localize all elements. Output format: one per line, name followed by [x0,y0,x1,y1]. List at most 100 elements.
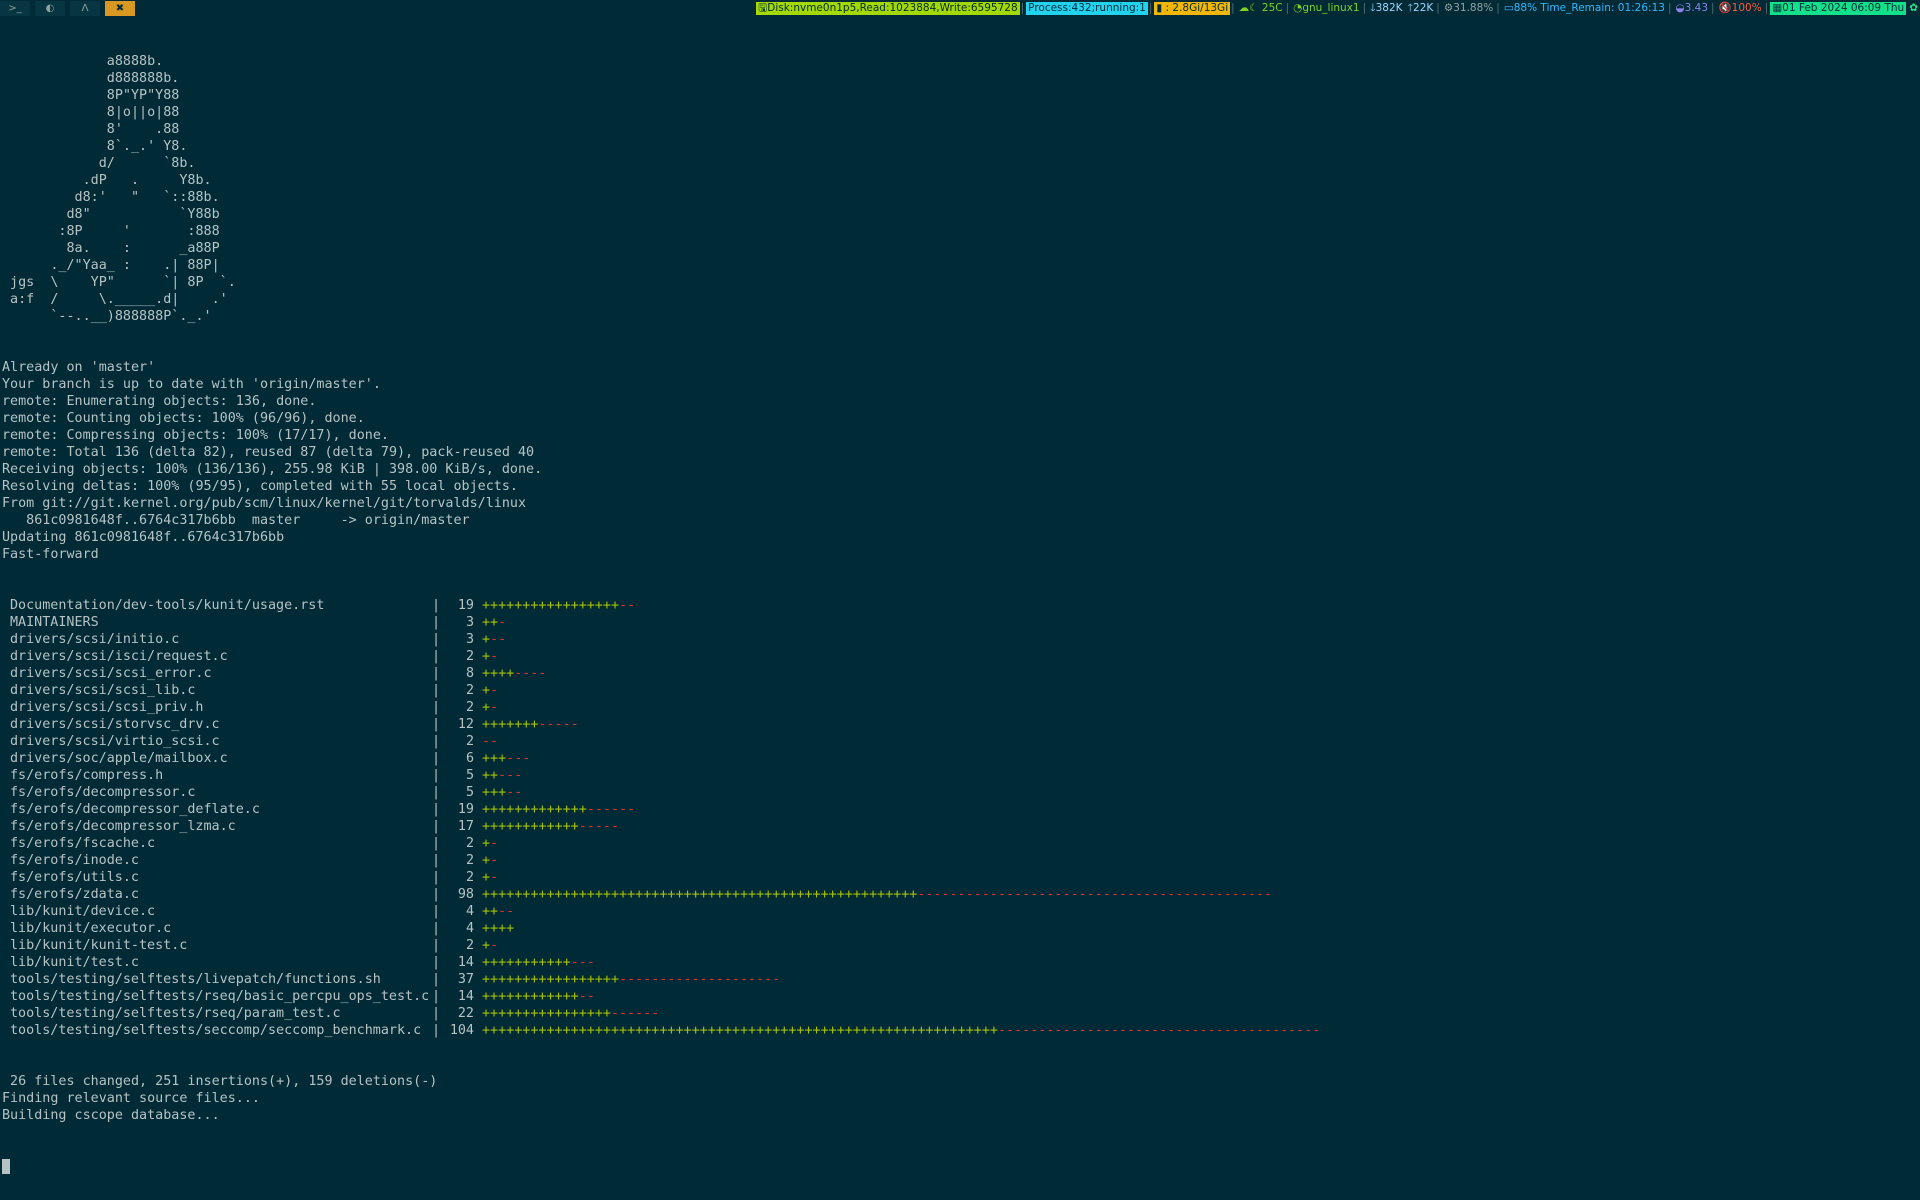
diffstat-row: drivers/soc/apple/mailbox.c | 6 +++ --- [2,750,1912,767]
output-line: remote: Total 136 (delta 82), reused 87 … [2,445,535,460]
insertions-bar: ++++++++++++++++++++++++++++++++++++++++… [482,887,918,902]
file-path: drivers/soc/apple/mailbox.c [10,751,228,766]
column-separator: | [431,870,441,885]
column-separator: | [431,972,441,987]
battery-text: 88% Time_Remain: 01:26:13 [1513,2,1665,14]
change-graph: ++++++++++++ ----- [482,818,619,835]
column-separator: | [431,700,441,715]
diffstat-row: drivers/scsi/scsi_priv.h | 2 + - [2,699,1912,716]
change-graph: ++++++++++++ -- [482,988,595,1005]
output-line: From git://git.kernel.org/pub/scm/linux/… [2,496,527,511]
diffstat-row: drivers/scsi/scsi_lib.c | 2 + - [2,682,1912,699]
column-separator: | [431,768,441,783]
workspace-4[interactable]: ✖ [105,1,135,16]
ascii-art-line: a8888b. [2,54,164,69]
change-graph: +++++++++++++ ------ [482,801,635,818]
cpu-text: 31.88% [1453,2,1494,14]
change-graph: + - [482,648,498,665]
upload-text: 22K [1413,2,1434,14]
change-count: 98 [457,887,474,902]
change-count: 2 [465,853,474,868]
column-separator: | [431,666,441,681]
wifi-icon: ◔ [1293,2,1303,14]
workspace-1[interactable]: >_ [0,1,30,16]
file-path: lib/kunit/device.c [10,904,156,919]
load-text: 3.43 [1684,2,1709,14]
linux-icon: Λ [81,3,89,14]
workspace-2[interactable]: ◐ [35,1,65,16]
change-count: 4 [465,904,474,919]
output-line: remote: Counting objects: 100% (96/96), … [2,411,365,426]
deletions-bar: - [490,700,499,715]
change-count: 6 [465,751,474,766]
output-line: remote: Compressing objects: 100% (17/17… [2,428,389,443]
file-path: drivers/scsi/scsi_priv.h [10,700,204,715]
output-line: Fast-forward [2,547,99,562]
ascii-art-line: a:f / \._____.d| .' [2,292,228,307]
change-graph: ++++++++++++++++++++++++++++++++++++++++… [482,886,1272,903]
ascii-art-line: d8" `Y88b [2,207,220,222]
deletions-bar: ----- [538,717,579,732]
output-line: 26 files changed, 251 insertions(+), 159… [2,1074,438,1089]
output-line: 861c0981648f..6764c317b6bb master -> ori… [2,513,470,528]
deletions-bar: --- [498,768,523,783]
change-count: 12 [457,717,474,732]
ascii-art-line: 8' .88 [2,122,180,137]
diffstat-row: fs/erofs/compress.h | 5 ++ --- [2,767,1912,784]
file-path: drivers/scsi/initio.c [10,632,180,647]
process-text: Process:432;running:1 [1028,2,1146,14]
insertions-bar: +++++++ [482,717,539,732]
change-count: 2 [465,836,474,851]
network-indicator: ◔gnu_linux1 [1291,2,1361,15]
deletions-bar: ---- [514,666,547,681]
ascii-art-line: :8P ' :888 [2,224,220,239]
insertions-bar: + [482,853,491,868]
diffstat-row: fs/erofs/decompressor_lzma.c | 17 +++++++++… [2,818,1912,835]
file-path: fs/erofs/decompressor_lzma.c [10,819,236,834]
post-output: 26 files changed, 251 insertions(+), 159… [2,1073,1912,1124]
file-path: lib/kunit/test.c [10,955,139,970]
calendar-icon: ▦ [1772,2,1783,14]
diffstat-row: fs/erofs/zdata.c | 98 +++++++++++++++++++++… [2,886,1912,903]
file-path: fs/erofs/utils.c [10,870,139,885]
file-path: Documentation/dev-tools/kunit/usage.rst [10,598,325,613]
column-separator: | [431,632,441,647]
change-count: 22 [457,1006,474,1021]
deletions-bar: -- [506,785,523,800]
column-separator: | [431,836,441,851]
deletions-bar: -------------------- [619,972,781,987]
ascii-art-line: d8:' " `::88b. [2,190,220,205]
workspace-3[interactable]: Λ [70,1,100,16]
insertions-bar: ++ [482,768,499,783]
output-line: Building cscope database... [2,1108,220,1123]
file-path: tools/testing/selftests/rseq/basic_percp… [10,989,428,1004]
disk-io-text: Disk:nvme0n1p5,Read:1023884,Write:659572… [767,2,1018,14]
file-path: tools/testing/selftests/livepatch/functi… [10,972,381,987]
insertions-bar: ++++ [482,921,515,936]
diffstat-row: fs/erofs/inode.c | 2 + - [2,852,1912,869]
insertions-bar: + [482,836,491,851]
output-line: Receiving objects: 100% (136/136), 255.9… [2,462,543,477]
file-path: fs/erofs/compress.h [10,768,164,783]
insertions-bar: +++ [482,751,507,766]
tray-icon[interactable]: ✿ [1907,2,1920,15]
diffstat-row: tools/testing/selftests/rseq/basic_percp… [2,988,1912,1005]
deletions-bar: - [498,615,507,630]
ascii-art-line: 8|o||o|88 [2,105,180,120]
terminal-output[interactable]: a8888b. d888888b. 8P"YP"Y88 8|o||o|88 8'… [2,19,1912,1192]
file-path: drivers/scsi/scsi_error.c [10,666,212,681]
diffstat-row: drivers/scsi/scsi_error.c | 8 ++++ ---- [2,665,1912,682]
change-count: 19 [457,802,474,817]
terminal-icon: >_ [8,3,22,14]
diffstat: Documentation/dev-tools/kunit/usage.rst |… [2,597,1912,1039]
prompt-line[interactable] [2,1158,1912,1175]
clock[interactable]: ▦01 Feb 2024 06:09 Thu [1770,2,1907,15]
deletions-bar: ----------------------------------------… [917,887,1273,902]
browser-icon: ◐ [45,3,55,14]
insertions-bar: + [482,683,491,698]
deletions-bar: -- [498,904,515,919]
volume-indicator[interactable]: 🔇100% [1717,2,1764,15]
insertions-bar: + [482,632,491,647]
insertions-bar: +++ [482,785,507,800]
upload-rate: 🡑22K [1406,2,1436,15]
